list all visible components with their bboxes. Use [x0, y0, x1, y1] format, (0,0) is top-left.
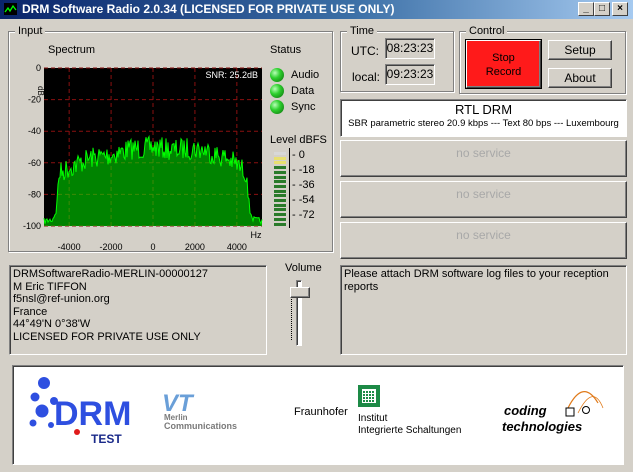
input-group-label: Input — [15, 25, 46, 37]
vt-name-line2: Communications — [164, 421, 237, 431]
message-box: Please attach DRM software log files to … — [340, 265, 627, 355]
iis-text-line1: Institut — [358, 413, 388, 424]
volume-label: Volume — [285, 262, 322, 274]
snr-readout: SNR: 25.2dB — [205, 70, 258, 80]
service-2-name: no service — [456, 146, 511, 160]
level-tick-label: - -36 — [292, 179, 315, 191]
utc-time-display: 08:23:23 — [385, 38, 435, 59]
stop-record-label: Stop Record — [485, 52, 522, 78]
coding-text: coding — [504, 403, 547, 418]
level-bar-segment — [274, 170, 286, 174]
y-tick-label: -100 — [23, 221, 41, 231]
spectrum-label: Spectrum — [48, 44, 96, 56]
level-tick-label: - -72 — [292, 209, 315, 221]
level-tick-label: - 0 — [292, 149, 305, 161]
stop-record-button[interactable]: Stop Record — [465, 39, 542, 89]
app-icon — [4, 3, 17, 15]
service-4-name: no service — [456, 228, 511, 242]
iis-logo-icon — [358, 385, 380, 407]
fraunhofer-text: Fraunhofer — [294, 406, 348, 418]
level-bar-segment — [274, 203, 286, 207]
info-line: M Eric TIFFON — [13, 280, 87, 293]
close-icon: × — [617, 3, 623, 14]
info-line: f5nsl@ref-union.org — [13, 293, 110, 306]
info-line: DRMSoftwareRadio-MERLIN-00000127 — [13, 268, 209, 280]
level-bar-segment — [274, 156, 286, 160]
title-bar[interactable]: DRM Software Radio 2.0.34 (LICENSED FOR … — [0, 0, 633, 19]
time-group-label: Time — [347, 25, 378, 37]
level-tick-label: - -18 — [292, 164, 315, 176]
level-bar-segment — [274, 222, 286, 226]
level-tick-labels: - 0 - -18 - -36 - -54 - -72 — [292, 148, 322, 228]
close-button[interactable]: × — [612, 2, 628, 16]
status-sync-label: Sync — [291, 101, 316, 113]
x-tick-label: 0 — [150, 242, 155, 252]
sync-led-icon — [270, 100, 284, 114]
level-bar-segment — [274, 175, 286, 179]
drm-logo: DRM TEST — [29, 377, 131, 446]
level-bar-segment — [274, 152, 286, 155]
level-label: Level dBFS — [270, 134, 327, 146]
x-tick-label: -2000 — [100, 242, 123, 252]
info-line: 44°49'N 0°38'W — [13, 318, 91, 331]
receiver-info-box: DRMSoftwareRadio-MERLIN-00000127 M Eric … — [9, 265, 267, 355]
service-3-name: no service — [456, 187, 511, 201]
status-data-label: Data — [291, 85, 315, 97]
technologies-text: technologies — [502, 419, 582, 434]
data-led-icon — [270, 84, 284, 98]
level-bar-segment — [274, 217, 286, 221]
status-audio-label: Audio — [291, 69, 320, 81]
x-tick-label: 4000 — [227, 242, 247, 252]
x-tick-label: -4000 — [58, 242, 81, 252]
info-line: France — [13, 305, 48, 318]
control-group-label: Control — [466, 25, 508, 37]
level-meter — [274, 152, 286, 228]
service-1-name: RTL DRM — [454, 102, 513, 117]
y-tick-label: -40 — [28, 126, 41, 136]
info-line: LICENSED FOR PRIVATE USE ONLY — [13, 330, 201, 343]
service-panel-3[interactable]: no service — [340, 181, 627, 218]
level-bar-segment — [274, 161, 286, 165]
service-panel-1[interactable]: RTL DRM SBR parametric stereo 20.9 kbps … — [340, 99, 627, 137]
maximize-button[interactable]: □ — [594, 2, 610, 16]
service-1-details: SBR parametric stereo 20.9 kbps --- Text… — [348, 118, 619, 129]
drm-logo-text: DRM — [54, 395, 131, 433]
local-time-display: 09:23:23 — [385, 64, 435, 85]
coding-technologies-logo: coding technologies — [502, 391, 604, 434]
x-axis-unit: Hz — [251, 230, 262, 240]
level-bar-segment — [274, 194, 286, 198]
level-bar-segment — [274, 208, 286, 212]
level-bar-segment — [274, 180, 286, 184]
y-tick-label: 0 — [36, 63, 41, 73]
merlin-logo: VT Merlin Communications — [162, 390, 237, 431]
about-button[interactable]: About — [548, 68, 612, 88]
x-tick-label: 2000 — [185, 242, 205, 252]
volume-slider-thumb[interactable] — [290, 287, 310, 299]
y-tick-label: -80 — [28, 189, 41, 199]
window-title: DRM Software Radio 2.0.34 (LICENSED FOR … — [22, 2, 395, 16]
level-bar-segment — [274, 213, 286, 217]
level-bar-segment — [274, 184, 286, 188]
audio-led-icon — [270, 68, 284, 82]
level-bar-segment — [274, 199, 286, 202]
drm-logo-subtext: TEST — [91, 432, 122, 446]
setup-button[interactable]: Setup — [548, 40, 612, 60]
iis-text-line2: Integrierte Schaltungen — [358, 425, 462, 436]
y-tick-label: -20 — [28, 95, 41, 105]
utc-label: UTC: — [351, 44, 379, 58]
service-panel-2[interactable]: no service — [340, 140, 627, 177]
service-panel-4[interactable]: no service — [340, 222, 627, 259]
minimize-icon: _ — [583, 3, 589, 14]
spectrum-chart: SNR: 25.2dB dB 0-20-40-60-80-100 -4000 -2… — [23, 63, 263, 252]
maximize-icon: □ — [598, 3, 606, 14]
y-tick-label: -60 — [28, 158, 41, 168]
level-tick-label: - -54 — [292, 194, 315, 206]
minimize-button[interactable]: _ — [578, 2, 594, 16]
local-label: local: — [352, 70, 381, 84]
status-label: Status — [270, 44, 302, 56]
level-bar-segment — [274, 166, 286, 170]
level-bar-segment — [274, 189, 286, 193]
